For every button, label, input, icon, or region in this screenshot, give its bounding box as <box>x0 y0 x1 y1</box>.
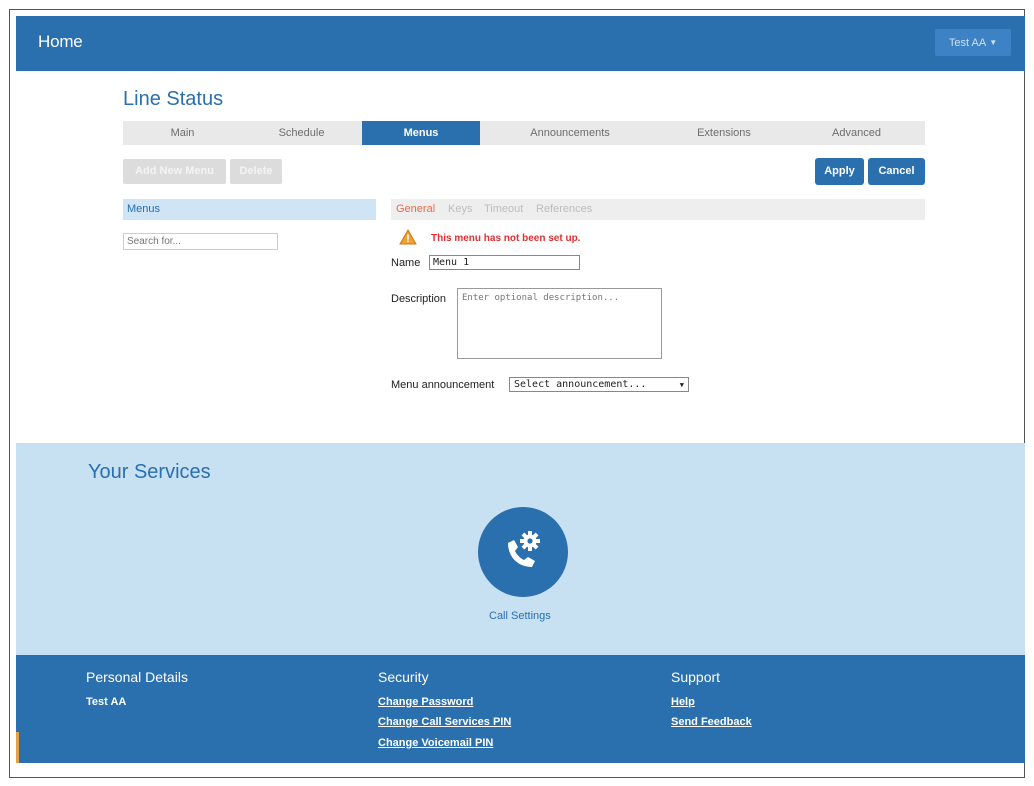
subtab-general[interactable]: General <box>396 203 435 215</box>
add-new-menu-button[interactable]: Add New Menu <box>123 159 226 184</box>
menus-list-header: Menus <box>123 199 376 220</box>
menu-announcement-value: Select announcement... <box>514 379 647 390</box>
menu-announcement-label: Menu announcement <box>391 379 495 391</box>
tab-menus[interactable]: Menus <box>362 121 480 145</box>
subtab-keys[interactable]: Keys <box>448 203 472 215</box>
change-password-link[interactable]: Change Password <box>378 696 473 708</box>
delete-button[interactable]: Delete <box>230 159 282 184</box>
change-voicemail-pin-link[interactable]: Change Voicemail PIN <box>378 737 493 749</box>
chevron-down-icon: ▼ <box>989 38 998 47</box>
warning-message: This menu has not been set up. <box>431 233 581 244</box>
description-textarea[interactable] <box>457 288 662 359</box>
support-heading: Support <box>671 669 721 685</box>
user-menu-label: Test AA <box>948 36 987 49</box>
menu-subtabs: General Keys Timeout References <box>391 199 925 220</box>
user-menu-button[interactable]: Test AA ▼ <box>935 29 1011 56</box>
caret-down-icon: ▼ <box>679 380 684 389</box>
description-label: Description <box>391 293 447 305</box>
menus-list-title: Menus <box>127 203 161 215</box>
subtab-timeout[interactable]: Timeout <box>484 203 523 215</box>
personal-details-name: Test AA <box>86 696 127 708</box>
tab-main[interactable]: Main <box>123 121 242 145</box>
send-feedback-link[interactable]: Send Feedback <box>671 716 752 728</box>
menu-announcement-select[interactable]: Select announcement... ▼ <box>509 377 689 392</box>
menu-name-input[interactable] <box>429 255 580 270</box>
page-title: Line Status <box>123 88 224 110</box>
main-tabbar: Main Schedule Menus Announcements Extens… <box>123 121 925 145</box>
subtab-references[interactable]: References <box>536 203 592 215</box>
call-settings-label[interactable]: Call Settings <box>489 610 551 622</box>
call-settings-button[interactable] <box>478 507 568 597</box>
name-label: Name <box>391 257 421 269</box>
tab-announcements[interactable]: Announcements <box>480 121 660 145</box>
top-navbar: Home Test AA ▼ <box>16 16 1025 71</box>
security-heading: Security <box>378 669 429 685</box>
phone-gear-icon <box>508 531 540 567</box>
menu-search-input[interactable] <box>123 233 278 250</box>
warning-triangle-icon <box>399 229 417 245</box>
cancel-button[interactable]: Cancel <box>868 158 925 185</box>
change-call-services-pin-link[interactable]: Change Call Services PIN <box>378 716 511 728</box>
tab-schedule[interactable]: Schedule <box>242 121 361 145</box>
tab-extensions[interactable]: Extensions <box>660 121 788 145</box>
help-link[interactable]: Help <box>671 696 695 708</box>
services-title: Your Services <box>88 461 211 483</box>
tab-advanced[interactable]: Advanced <box>788 121 925 145</box>
personal-details-heading: Personal Details <box>86 669 188 685</box>
home-link[interactable]: Home <box>38 32 83 52</box>
footer-accent <box>16 732 19 763</box>
apply-button[interactable]: Apply <box>815 158 864 185</box>
